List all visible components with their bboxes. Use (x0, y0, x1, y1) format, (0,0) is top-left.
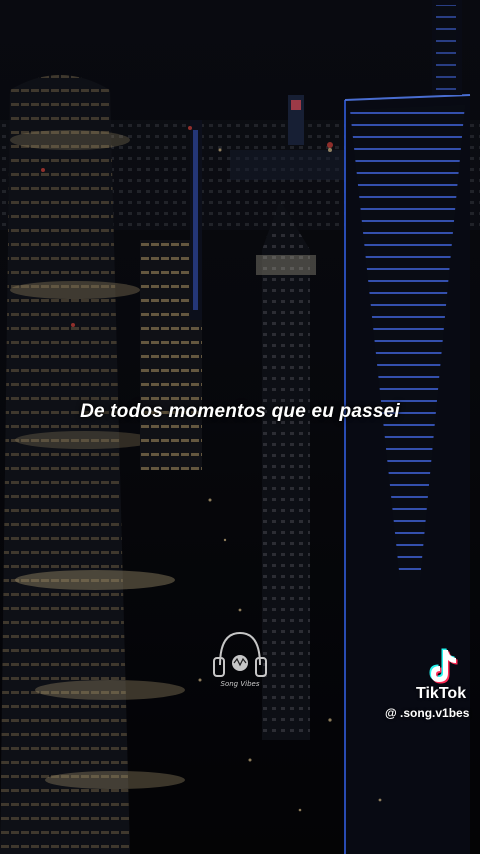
tiktok-brand-label: TikTok (416, 685, 467, 702)
night-city-skyline-background (0, 0, 480, 854)
tiktok-note-icon (429, 648, 458, 684)
lyric-caption: De todos momentos que eu passei (80, 401, 400, 422)
tiktok-watermark: TikTok @ .song.v1bes (385, 645, 480, 725)
headphones-icon (213, 631, 267, 677)
logo-label: Song Vibes (220, 680, 260, 688)
creator-handle: @ .song.v1bes (385, 706, 470, 720)
song-vibes-logo: Song Vibes (210, 625, 270, 695)
